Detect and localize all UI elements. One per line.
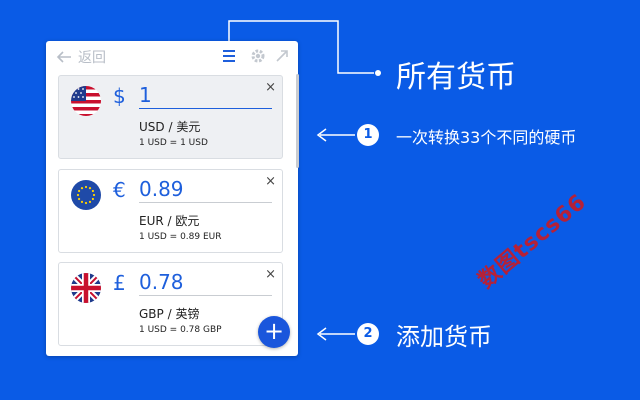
- arrow-left-icon: [56, 51, 71, 63]
- scrollbar[interactable]: [296, 74, 299, 168]
- amount-input[interactable]: 1: [139, 82, 272, 109]
- remove-currency-button[interactable]: ×: [265, 80, 276, 95]
- currency-card-usd[interactable]: $ 1 × USD / 美元 1 USD = 1 USD: [58, 75, 283, 159]
- currency-symbol: €: [113, 178, 126, 202]
- step-1-badge: 1: [357, 124, 379, 146]
- remove-currency-button[interactable]: ×: [265, 174, 276, 189]
- arrow-left-icon: [316, 327, 355, 341]
- step-2-badge: 2: [357, 323, 379, 345]
- currency-card-eur[interactable]: € 0.89 × EUR / 欧元 1 USD = 0.89 EUR: [58, 169, 283, 253]
- us-flag-icon: [71, 86, 101, 116]
- currency-name: GBP / 英镑: [139, 307, 200, 321]
- eu-flag-icon: [71, 180, 101, 210]
- add-currency-button[interactable]: +: [258, 316, 290, 348]
- exchange-rate: 1 USD = 1 USD: [139, 138, 208, 148]
- exchange-rate: 1 USD = 0.89 EUR: [139, 232, 222, 242]
- back-label: 返回: [78, 50, 106, 66]
- back-button[interactable]: 返回: [56, 47, 106, 67]
- uk-flag-icon: [71, 273, 101, 303]
- exchange-rate: 1 USD = 0.78 GBP: [139, 325, 222, 335]
- step-2-text: 添加货币: [396, 323, 492, 351]
- callout-title: 所有货币: [396, 60, 516, 95]
- currency-name: EUR / 欧元: [139, 214, 200, 228]
- arrow-left-icon: [316, 128, 355, 142]
- currency-name: USD / 美元: [139, 120, 201, 134]
- step-1-text: 一次转换33个不同的硬币: [396, 128, 577, 147]
- expand-icon[interactable]: [273, 47, 291, 65]
- list-icon[interactable]: [220, 47, 238, 65]
- connector-dot: [375, 70, 381, 76]
- gear-icon[interactable]: [249, 47, 267, 65]
- converter-popup: 返回 $ 1 × USD / 美元 1 USD = 1 USD € 0.89 ×…: [46, 41, 298, 356]
- remove-currency-button[interactable]: ×: [265, 267, 276, 282]
- toolbar: 返回: [46, 41, 298, 71]
- currency-symbol: £: [113, 271, 126, 295]
- currency-symbol: $: [113, 84, 126, 108]
- currency-card-gbp[interactable]: £ 0.78 × GBP / 英镑 1 USD = 0.78 GBP: [58, 262, 283, 346]
- amount-input[interactable]: 0.78: [139, 269, 272, 296]
- amount-input[interactable]: 0.89: [139, 176, 272, 203]
